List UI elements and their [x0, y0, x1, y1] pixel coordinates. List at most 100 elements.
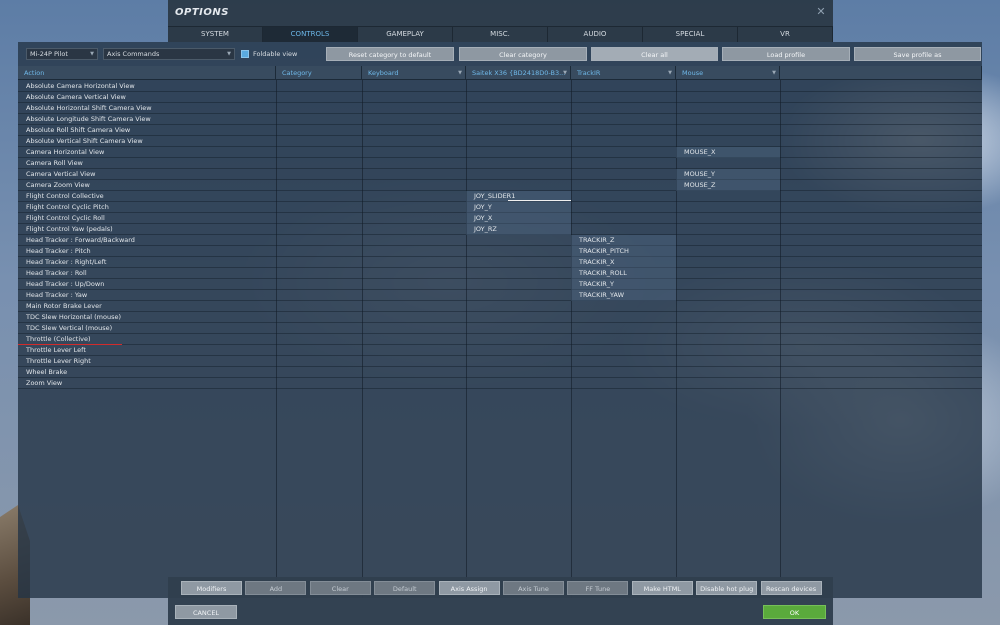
binding-cell-trackir[interactable] [571, 191, 676, 202]
table-row[interactable]: Throttle Lever Right [18, 356, 982, 367]
binding-cell-mouse[interactable] [676, 334, 780, 345]
binding-cell-mouse[interactable] [676, 290, 780, 301]
table-row[interactable]: Head Tracker : Forward/Backward TRACKIR_Z [18, 235, 982, 246]
table-row[interactable]: Absolute Longitude Shift Camera View [18, 114, 982, 125]
column-header-action[interactable]: Action [18, 66, 276, 80]
binding-cell-trackir[interactable] [571, 323, 676, 334]
reset-category-button[interactable]: Reset category to default [326, 47, 454, 61]
binding-cell-mouse[interactable] [676, 378, 780, 389]
binding-cell-joy[interactable]: JOY_RZ [466, 224, 571, 235]
binding-cell-trackir[interactable] [571, 367, 676, 378]
binding-cell-joy[interactable] [466, 158, 571, 169]
tab-controls[interactable]: CONTROLS [263, 27, 358, 42]
column-header-trackir[interactable]: TrackIR ▼ [571, 66, 676, 80]
binding-cell-joy[interactable] [466, 169, 571, 180]
binding-cell-mouse[interactable] [676, 191, 780, 202]
binding-cell-mouse[interactable] [676, 246, 780, 257]
table-row[interactable]: Absolute Vertical Shift Camera View [18, 136, 982, 147]
binding-cell-trackir[interactable]: TRACKIR_ROLL [571, 268, 676, 279]
binding-cell-joy[interactable] [466, 147, 571, 158]
binding-cell-trackir[interactable] [571, 301, 676, 312]
modifiers-button[interactable]: Modifiers [181, 581, 242, 595]
binding-cell-joy[interactable] [466, 114, 571, 125]
tab-system[interactable]: SYSTEM [168, 27, 263, 42]
binding-cell-mouse[interactable]: MOUSE_Z [676, 180, 780, 191]
binding-cell-trackir[interactable] [571, 356, 676, 367]
table-row[interactable]: Head Tracker : Up/Down TRACKIR_Y [18, 279, 982, 290]
table-row[interactable]: Wheel Brake [18, 367, 982, 378]
add-button[interactable]: Add [245, 581, 307, 595]
binding-cell-trackir[interactable]: TRACKIR_Z [571, 235, 676, 246]
binding-cell-trackir[interactable] [571, 114, 676, 125]
binding-cell-trackir[interactable] [571, 213, 676, 224]
tab-vr[interactable]: VR [738, 27, 833, 42]
binding-cell-joy[interactable] [466, 180, 571, 191]
binding-cell-joy[interactable]: JOY_X [466, 213, 571, 224]
binding-cell-joy[interactable] [466, 246, 571, 257]
table-row[interactable]: Head Tracker : Yaw TRACKIR_YAW [18, 290, 982, 301]
binding-cell-joy[interactable] [466, 290, 571, 301]
save-profile-button[interactable]: Save profile as [854, 47, 981, 61]
table-row[interactable]: TDC Slew Horizontal (mouse) [18, 312, 982, 323]
ff-tune-button[interactable]: FF Tune [567, 581, 629, 595]
binding-cell-joy[interactable] [466, 367, 571, 378]
binding-cell-joy[interactable] [466, 257, 571, 268]
binding-cell-trackir[interactable] [571, 147, 676, 158]
binding-cell-joy[interactable] [466, 103, 571, 114]
tab-gameplay[interactable]: GAMEPLAY [358, 27, 453, 42]
table-row[interactable]: TDC Slew Vertical (mouse) [18, 323, 982, 334]
binding-cell-mouse[interactable] [676, 235, 780, 246]
table-row[interactable]: Head Tracker : Pitch TRACKIR_PITCH [18, 246, 982, 257]
binding-cell-mouse[interactable] [676, 323, 780, 334]
table-row[interactable]: Absolute Camera Horizontal View [18, 81, 982, 92]
binding-cell-trackir[interactable] [571, 378, 676, 389]
cancel-button[interactable]: CANCEL [175, 605, 237, 619]
axis-assign-button[interactable]: Axis Assign [438, 581, 500, 595]
make-html-button[interactable]: Make HTML [631, 581, 693, 595]
binding-cell-trackir[interactable] [571, 125, 676, 136]
binding-cell-trackir[interactable] [571, 169, 676, 180]
binding-cell-mouse[interactable] [676, 356, 780, 367]
binding-cell-trackir[interactable]: TRACKIR_Y [571, 279, 676, 290]
binding-cell-mouse[interactable] [676, 279, 780, 290]
binding-cell-mouse[interactable] [676, 114, 780, 125]
table-row[interactable]: Throttle Lever Left [18, 345, 982, 356]
binding-cell-joy[interactable] [466, 268, 571, 279]
table-row[interactable]: Camera Zoom View MOUSE_Z [18, 180, 982, 191]
column-header-joystick[interactable]: Saitek X36 {BD2418D0-B3... ▼ [466, 66, 571, 80]
binding-cell-mouse[interactable] [676, 345, 780, 356]
table-row[interactable]: Zoom View [18, 378, 982, 389]
binding-cell-trackir[interactable] [571, 334, 676, 345]
binding-cell-mouse[interactable] [676, 202, 780, 213]
binding-cell-joy[interactable] [466, 312, 571, 323]
table-row[interactable]: Main Rotor Brake Lever [18, 301, 982, 312]
binding-cell-joy[interactable] [466, 334, 571, 345]
column-header-mouse[interactable]: Mouse ▼ [676, 66, 780, 80]
binding-cell-joy[interactable] [466, 378, 571, 389]
table-row[interactable]: Flight Control Cyclic Pitch JOY_Y [18, 202, 982, 213]
close-icon[interactable]: ✕ [815, 6, 827, 18]
load-profile-button[interactable]: Load profile [722, 47, 850, 61]
binding-cell-joy[interactable] [466, 301, 571, 312]
binding-cell-mouse[interactable] [676, 81, 780, 92]
binding-cell-joy[interactable] [466, 279, 571, 290]
binding-cell-mouse[interactable] [676, 268, 780, 279]
binding-cell-trackir[interactable] [571, 312, 676, 323]
binding-cell-trackir[interactable]: TRACKIR_PITCH [571, 246, 676, 257]
binding-cell-mouse[interactable] [676, 257, 780, 268]
clear-category-button[interactable]: Clear category [459, 47, 587, 61]
binding-cell-trackir[interactable] [571, 180, 676, 191]
disable-hot-plug-button[interactable]: Disable hot plug [696, 581, 758, 595]
table-row[interactable]: Head Tracker : Right/Left TRACKIR_X [18, 257, 982, 268]
binding-cell-trackir[interactable] [571, 103, 676, 114]
binding-cell-mouse[interactable] [676, 224, 780, 235]
binding-cell-mouse[interactable] [676, 136, 780, 147]
binding-cell-trackir[interactable] [571, 81, 676, 92]
binding-cell-joy[interactable] [466, 345, 571, 356]
foldable-view-checkbox[interactable] [241, 50, 249, 58]
binding-cell-joy[interactable] [466, 323, 571, 334]
binding-cell-mouse[interactable] [676, 213, 780, 224]
binding-cell-trackir[interactable]: TRACKIR_X [571, 257, 676, 268]
binding-cell-trackir[interactable] [571, 92, 676, 103]
tab-misc[interactable]: MISC. [453, 27, 548, 42]
